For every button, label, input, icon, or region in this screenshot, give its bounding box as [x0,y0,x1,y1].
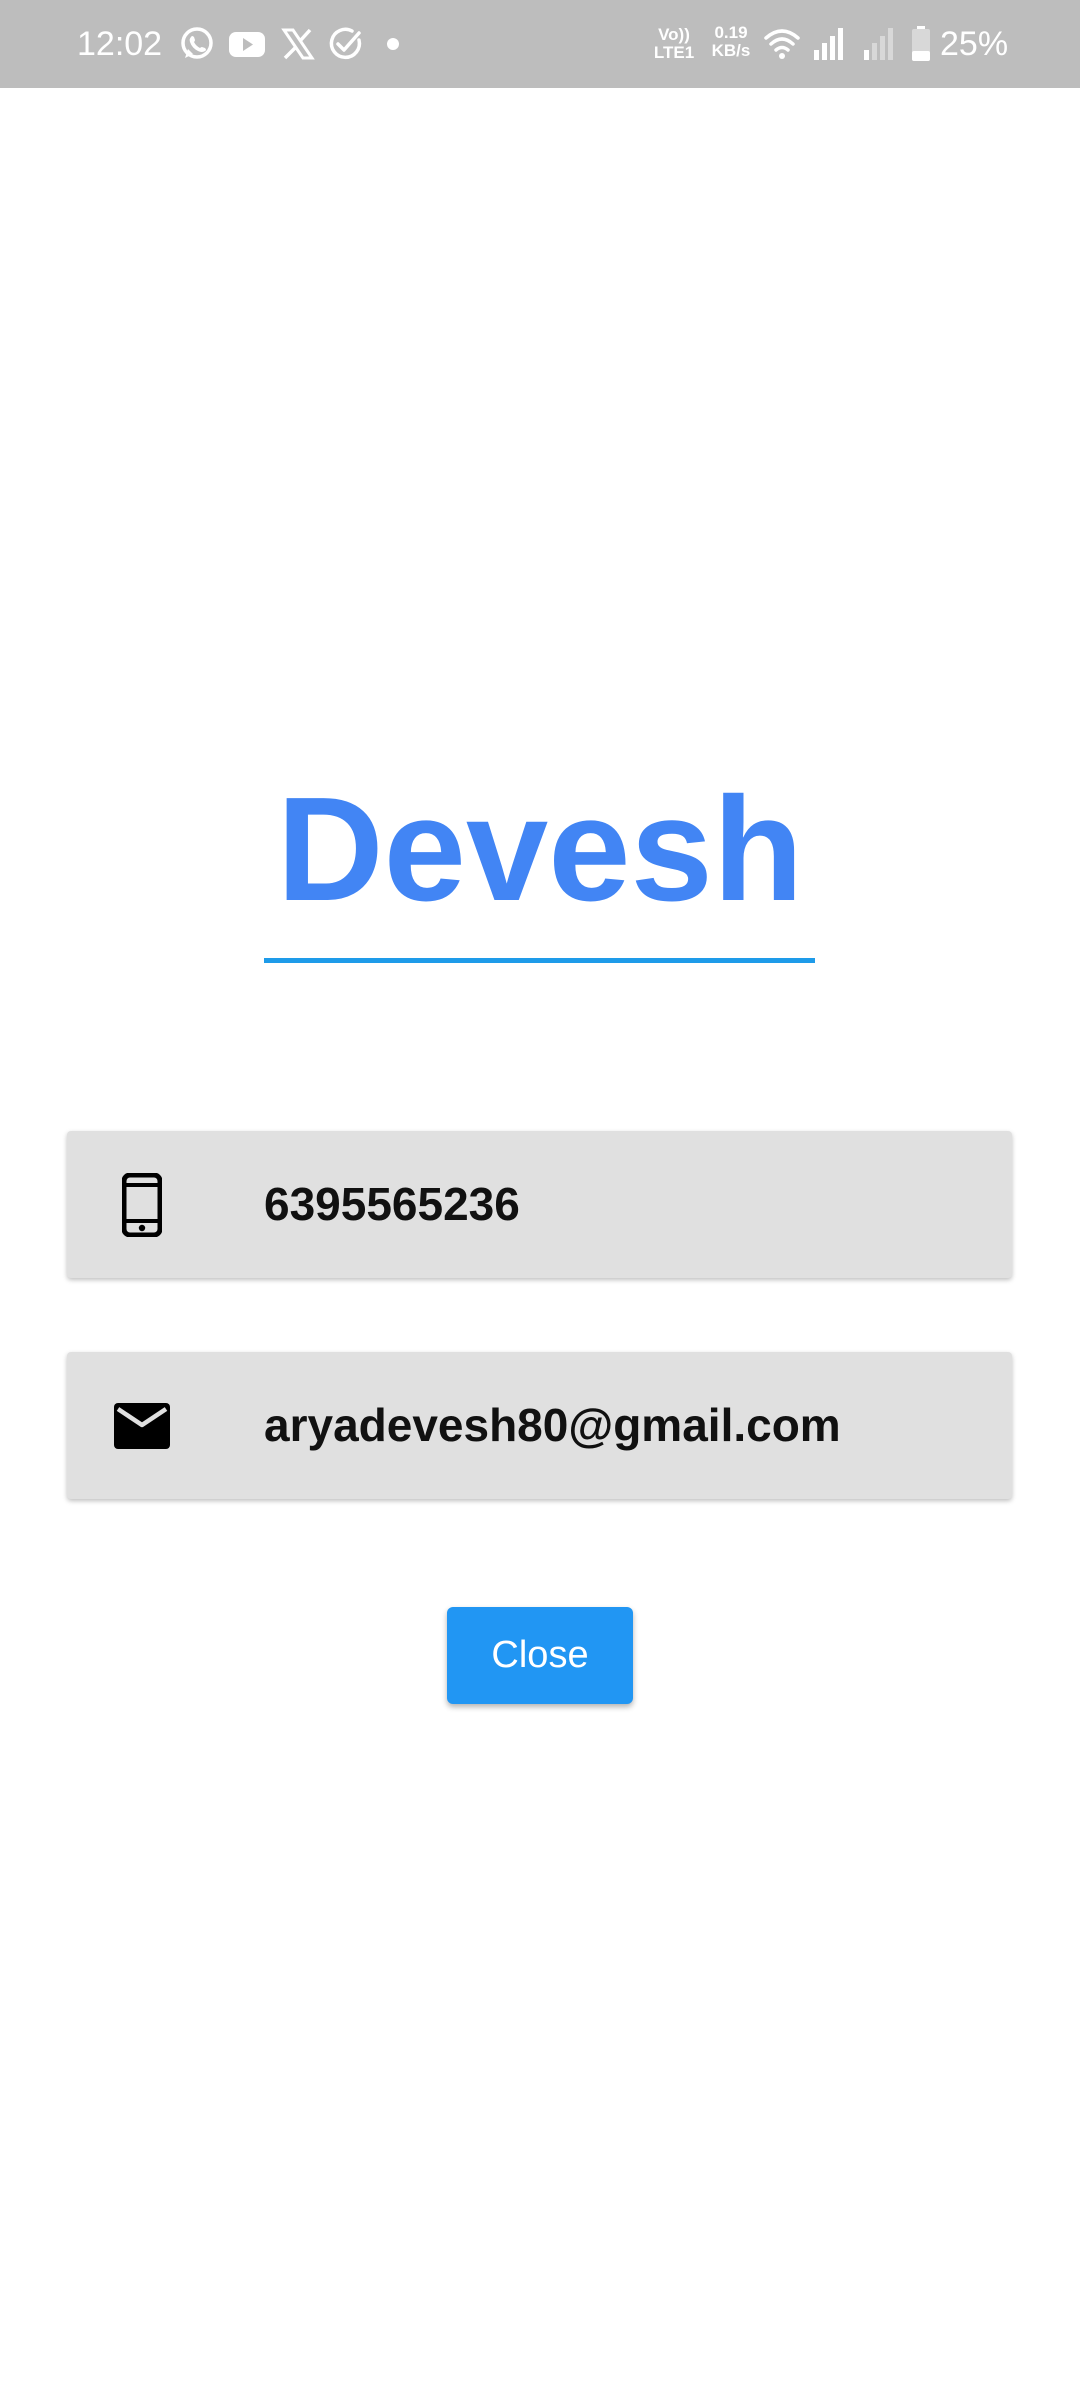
contact-name: Devesh [276,767,804,932]
signal-strength-secondary-icon [864,28,893,60]
volte-bottom-label: LTE1 [653,43,695,62]
network-speed: 0.19 KB/s [706,24,756,60]
phone-card[interactable]: 6395565236 [67,1131,1012,1278]
status-bar: 12:02 Vo)) LTE1 0.19 KB/s 25% [0,0,1080,88]
dot-icon [387,38,399,50]
battery-icon [912,26,930,61]
youtube-icon [229,32,265,57]
volte-top-label: Vo)) [658,25,690,44]
volte-indicator: Vo)) LTE1 [652,26,696,62]
x-icon [281,28,315,60]
network-speed-value: 0.19 [714,23,748,42]
email-card[interactable]: aryadevesh80@gmail.com [67,1352,1012,1499]
status-time: 12:02 [77,25,163,63]
name-underline [264,958,815,963]
email-icon [67,1352,217,1499]
wifi-icon [764,29,800,59]
signal-strength-icon [814,28,843,60]
battery-percent: 25% [940,25,1009,63]
email-address: aryadevesh80@gmail.com [264,1399,841,1451]
check-circle-icon [329,27,362,60]
phone-number: 6395565236 [264,1178,520,1230]
network-speed-unit: KB/s [711,41,751,60]
close-button[interactable]: Close [447,1607,633,1704]
phone-icon [67,1131,217,1278]
whatsapp-icon [181,27,213,59]
